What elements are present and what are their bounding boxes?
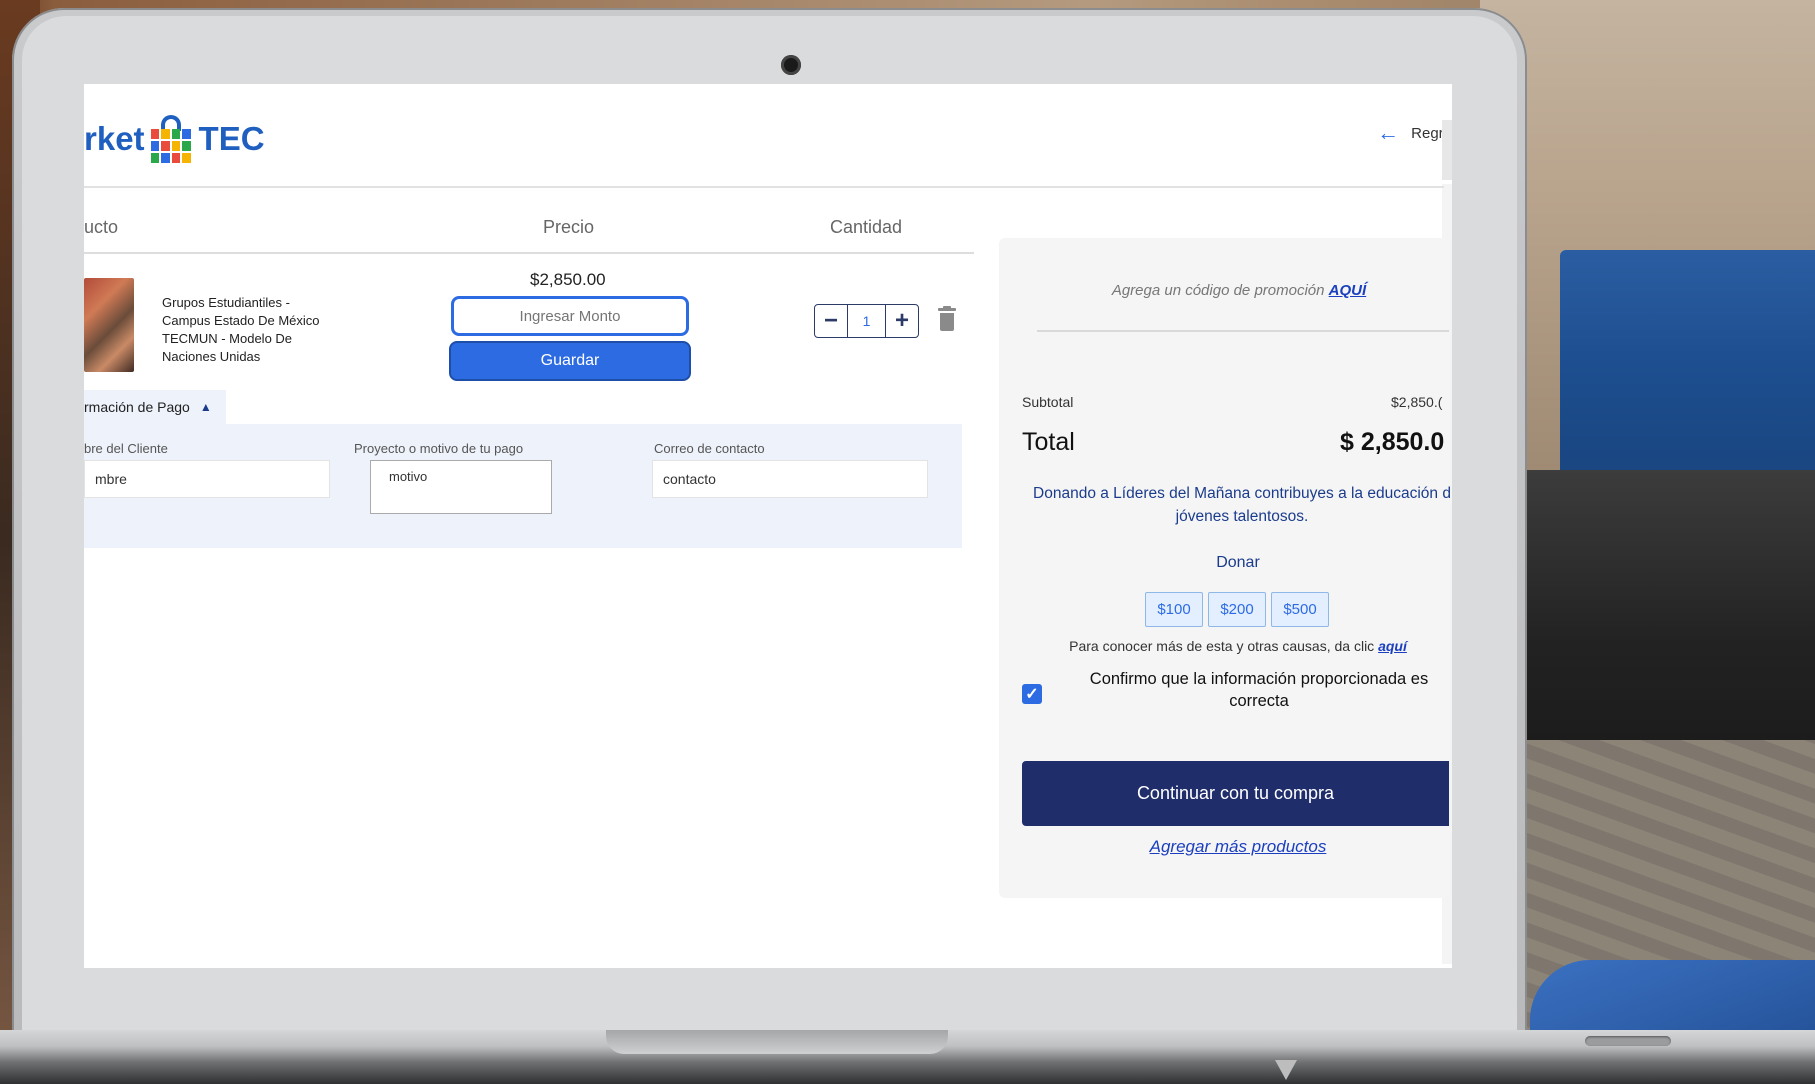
contact-email-field[interactable]: contacto <box>652 460 928 498</box>
back-button[interactable]: ← Regre <box>1377 120 1452 146</box>
header-divider <box>84 186 1444 188</box>
column-header-product: ucto <box>84 217 119 237</box>
promo-code-text: Agrega un código de promoción AQUÍ <box>999 282 1452 299</box>
client-name-label: bre del Cliente <box>84 441 168 456</box>
app-screen: rket TEC ← Regre ucto Precio Cantidad Gr… <box>84 84 1452 968</box>
product-price: $2,850.00 <box>530 270 606 289</box>
decrement-button[interactable]: − <box>815 305 847 337</box>
logo-text-suffix: TEC <box>198 120 265 157</box>
shopping-bag-logo-icon <box>149 115 193 163</box>
donate-200-button[interactable]: $200 <box>1208 592 1266 627</box>
column-header-quantity: Cantidad <box>830 217 903 237</box>
donation-options: $100 $200 $500 <box>1145 592 1329 627</box>
client-name-field[interactable]: mbre <box>84 460 330 498</box>
confirm-label: Confirmo que la información proporcionad… <box>1089 670 1429 710</box>
total-value: $ 2,850.0 <box>1340 428 1445 456</box>
payment-info-tab[interactable]: rmación de Pago ▲ <box>84 390 226 424</box>
scroll-down-indicator <box>1275 1060 1297 1080</box>
market-tec-logo[interactable]: rket TEC <box>84 114 265 164</box>
more-causes-text: Para conocer más de esta y otras causas,… <box>999 638 1452 654</box>
arrow-left-icon: ← <box>1377 120 1400 145</box>
confirm-checkbox[interactable]: ✓ <box>1022 684 1042 704</box>
promo-code-link[interactable]: AQUÍ <box>1329 282 1367 299</box>
column-header-price: Precio <box>543 217 595 237</box>
promo-code-label: Agrega un código de promoción <box>1111 282 1325 299</box>
laptop-base-slot <box>1585 1036 1671 1046</box>
scrollbar-top[interactable] <box>1442 120 1452 180</box>
more-causes-label: Para conocer más de esta y otras causas,… <box>1069 638 1375 654</box>
more-causes-link[interactable]: aquí <box>1378 638 1407 654</box>
quantity-value[interactable]: 1 <box>847 305 886 337</box>
amount-input[interactable] <box>451 296 689 336</box>
donate-100-button[interactable]: $100 <box>1145 592 1203 627</box>
order-summary-panel: Agrega un código de promoción AQUÍ Subto… <box>999 238 1452 898</box>
quantity-stepper: − 1 + <box>814 304 919 338</box>
donate-label: Donar <box>1216 554 1260 571</box>
total-label: Total <box>1022 428 1075 456</box>
trash-icon[interactable] <box>937 306 957 332</box>
background-stage <box>1480 470 1815 760</box>
increment-button[interactable]: + <box>886 305 918 337</box>
save-amount-button[interactable]: Guardar <box>449 341 691 381</box>
donate-500-button[interactable]: $500 <box>1271 592 1329 627</box>
project-reason-textarea[interactable]: motivo <box>370 460 552 514</box>
add-more-products-link[interactable]: Agregar más productos <box>999 837 1452 857</box>
payment-info-panel: bre del Cliente mbre Proyecto o motivo d… <box>84 424 962 548</box>
product-name: Grupos Estudiantiles - Campus Estado De … <box>162 295 320 364</box>
payment-info-tab-label: rmación de Pago <box>84 399 190 415</box>
logo-text-prefix: rket <box>84 120 145 157</box>
webcam <box>781 55 801 75</box>
table-header-divider <box>84 252 974 254</box>
project-reason-label: Proyecto o motivo de tu pago <box>354 441 524 456</box>
product-image <box>84 278 134 372</box>
laptop-hinge-notch <box>606 1030 948 1054</box>
continue-purchase-button[interactable]: Continuar con tu compra <box>1022 761 1449 826</box>
subtotal-value: $2,850.( <box>1391 394 1443 410</box>
promo-divider <box>1037 330 1449 332</box>
subtotal-label: Subtotal <box>1022 394 1074 410</box>
donation-message: Donando a Líderes del Mañana contribuyes… <box>1033 485 1451 525</box>
caret-up-icon: ▲ <box>199 400 212 414</box>
contact-email-label: Correo de contacto <box>654 441 765 456</box>
